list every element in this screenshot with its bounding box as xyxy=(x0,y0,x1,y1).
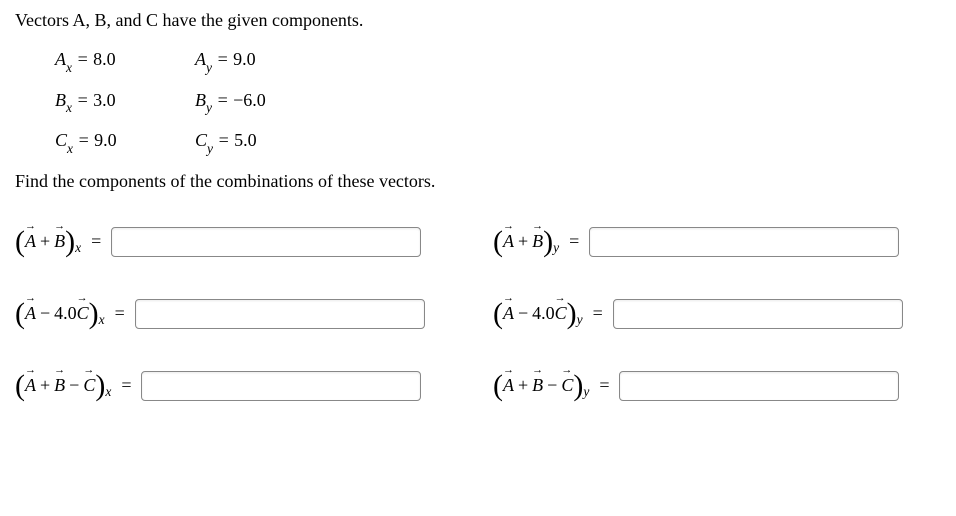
a-y: Ay = 9.0 xyxy=(195,49,295,74)
input-abc-y[interactable] xyxy=(619,371,899,401)
input-a4c-y[interactable] xyxy=(613,299,903,329)
answer-a4c-x: ( A−4.0C )x = xyxy=(15,299,463,329)
answer-row-2: ( A−4.0C )x = ( A−4.0C )y = xyxy=(15,299,941,329)
intro-text: Vectors A, B, and C have the given compo… xyxy=(15,10,941,31)
component-row-c: Cx = 9.0 Cy = 5.0 xyxy=(55,130,941,155)
b-y: By = −6.0 xyxy=(195,90,295,115)
c-y: Cy = 5.0 xyxy=(195,130,295,155)
answer-row-1: ( A+B )x = ( A+B )y = xyxy=(15,227,941,257)
answer-a4c-y: ( A−4.0C )y = xyxy=(493,299,941,329)
a-x: Ax = 8.0 xyxy=(55,49,155,74)
answer-ab-y: ( A+B )y = xyxy=(493,227,941,257)
answer-abc-x: ( A+B−C )x = xyxy=(15,371,463,401)
input-ab-y[interactable] xyxy=(589,227,899,257)
b-x: Bx = 3.0 xyxy=(55,90,155,115)
input-a4c-x[interactable] xyxy=(135,299,425,329)
answer-row-3: ( A+B−C )x = ( A+B−C )y = xyxy=(15,371,941,401)
answers-block: ( A+B )x = ( A+B )y = ( A−4.0C )x = xyxy=(15,227,941,401)
input-ab-x[interactable] xyxy=(111,227,421,257)
component-row-a: Ax = 8.0 Ay = 9.0 xyxy=(55,49,941,74)
answer-abc-y: ( A+B−C )y = xyxy=(493,371,941,401)
instruction-text: Find the components of the combinations … xyxy=(15,171,941,192)
c-x: Cx = 9.0 xyxy=(55,130,155,155)
components-block: Ax = 8.0 Ay = 9.0 Bx = 3.0 By = −6.0 Cx … xyxy=(55,49,941,155)
input-abc-x[interactable] xyxy=(141,371,421,401)
answer-ab-x: ( A+B )x = xyxy=(15,227,463,257)
component-row-b: Bx = 3.0 By = −6.0 xyxy=(55,90,941,115)
